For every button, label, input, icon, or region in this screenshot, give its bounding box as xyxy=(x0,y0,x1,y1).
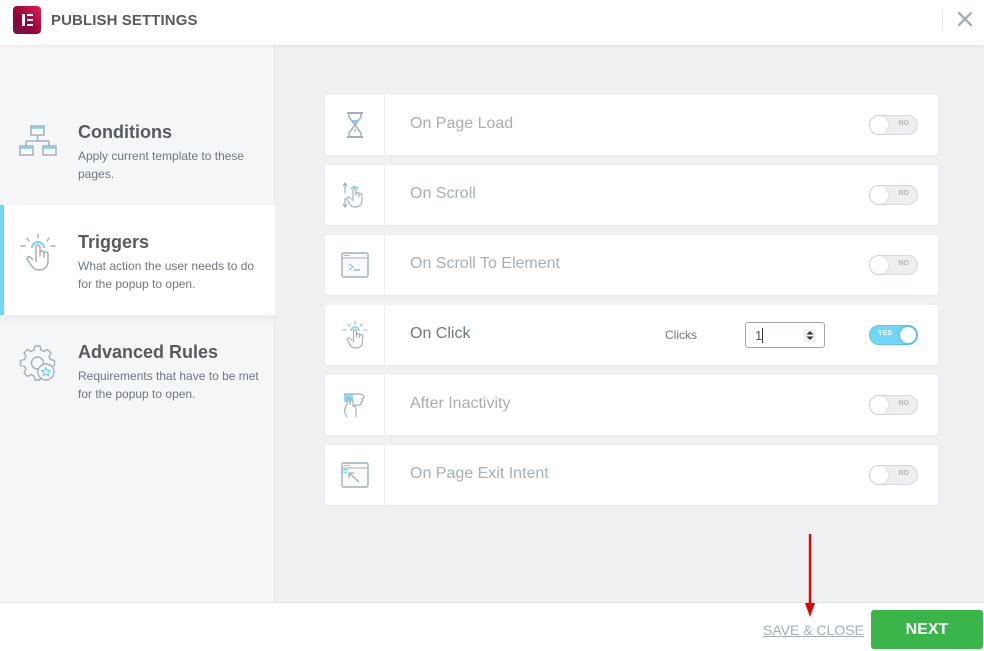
dialog-header: PUBLISH SETTINGS xyxy=(0,0,984,45)
number-spinner-icon[interactable] xyxy=(804,329,816,342)
on-scroll-toggle[interactable]: NO xyxy=(869,185,918,205)
trigger-label: On Click xyxy=(410,325,471,342)
dialog-title: PUBLISH SETTINGS xyxy=(51,12,198,29)
sidebar-item-advanced-rules[interactable]: Advanced Rules Requirements that have to… xyxy=(0,315,275,425)
trigger-label: On Page Load xyxy=(410,115,514,132)
save-and-close-link[interactable]: SAVE & CLOSE xyxy=(763,622,864,638)
toggle-text: NO xyxy=(898,190,910,197)
sidebar-item-triggers[interactable]: Triggers What action the user needs to d… xyxy=(0,205,275,315)
on-click-toggle[interactable]: YES xyxy=(869,325,918,345)
trigger-row-after-inactivity: After Inactivity NO xyxy=(325,375,938,435)
sidebar-item-description: Requirements that have to be met for the… xyxy=(78,369,259,401)
clicks-number-input[interactable]: 1 xyxy=(745,322,825,348)
next-button[interactable]: NEXT xyxy=(871,610,983,649)
annotation-arrow-icon xyxy=(805,534,815,617)
close-icon xyxy=(957,11,973,27)
hourglass-icon xyxy=(347,112,363,138)
trigger-label: On Scroll To Element xyxy=(410,255,560,272)
clicks-label: Clicks xyxy=(665,328,697,342)
toggle-text: YES xyxy=(878,330,893,337)
sitemap-icon xyxy=(19,125,57,156)
trigger-row-on-page-load: On Page Load NO xyxy=(325,95,938,155)
trigger-label: On Page Exit Intent xyxy=(410,465,549,482)
trigger-row-on-scroll-to-element: On Scroll To Element NO xyxy=(325,235,938,295)
after-inactivity-toggle[interactable]: NO xyxy=(869,395,918,415)
sidebar-item-title: Triggers xyxy=(78,232,150,252)
tap-icon xyxy=(342,320,368,349)
scroll-hand-icon xyxy=(342,181,363,209)
elementor-logo-icon xyxy=(13,6,41,34)
trigger-row-on-page-exit-intent: On Page Exit Intent NO xyxy=(325,445,938,505)
on-page-exit-intent-toggle[interactable]: NO xyxy=(869,465,918,485)
sidebar-item-title: Conditions xyxy=(78,122,172,142)
sidebar-item-description: What action the user needs to do for the… xyxy=(78,259,255,291)
trigger-row-on-click: On Click Clicks 1 YES xyxy=(325,305,938,365)
tap-icon xyxy=(20,233,56,271)
trigger-label: After Inactivity xyxy=(410,395,511,412)
exit-window-icon xyxy=(341,462,369,488)
trigger-row-on-scroll: On Scroll NO xyxy=(325,165,938,225)
sidebar: Conditions Apply current template to the… xyxy=(0,45,275,602)
toggle-text: NO xyxy=(898,120,910,127)
sidebar-item-title: Advanced Rules xyxy=(78,342,219,362)
on-page-load-toggle[interactable]: NO xyxy=(869,115,918,135)
trigger-label: On Scroll xyxy=(410,185,476,202)
inactive-hand-icon xyxy=(344,393,365,418)
publish-settings-dialog: PUBLISH SETTINGS Conditions Apply curren… xyxy=(0,0,984,651)
close-button[interactable] xyxy=(955,9,975,29)
gear-star-icon xyxy=(19,345,56,381)
toggle-text: NO xyxy=(898,260,910,267)
triggers-panel: On Page Load NO On Scroll NO On Scroll T… xyxy=(275,45,984,602)
on-scroll-to-element-toggle[interactable]: NO xyxy=(869,255,918,275)
sidebar-item-description: Apply current template to these pages. xyxy=(78,149,245,181)
terminal-window-icon xyxy=(341,252,369,278)
header-divider xyxy=(942,10,943,30)
dialog-footer: SAVE & CLOSE NEXT xyxy=(0,602,984,651)
toggle-text: NO xyxy=(898,470,910,477)
toggle-text: NO xyxy=(898,400,910,407)
sidebar-item-conditions[interactable]: Conditions Apply current template to the… xyxy=(0,95,275,205)
text-caret xyxy=(762,328,763,343)
